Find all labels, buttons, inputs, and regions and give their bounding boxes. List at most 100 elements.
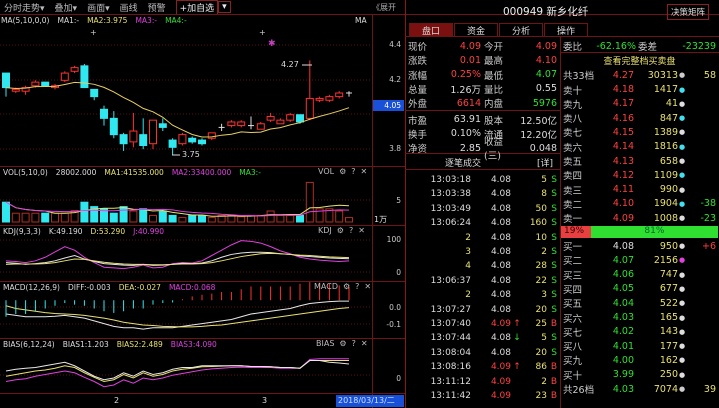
level-label: 买七: [563, 327, 583, 339]
orderbook-row[interactable]: 买六 4.03 165 ●: [560, 311, 719, 325]
volume-bar: [335, 210, 344, 223]
gear-icon[interactable]: ⚙: [337, 226, 344, 235]
trade-side: S: [551, 247, 557, 258]
quote-row: 总量 1.26万 量比 0.55: [405, 82, 560, 96]
orderbook-row[interactable]: 卖九 4.17 41 ●: [560, 97, 719, 111]
tab-order[interactable]: 盘口: [409, 23, 453, 37]
trade-price: 4.08: [490, 304, 511, 315]
orderbook-row[interactable]: 卖四 4.12 1109 ●: [560, 168, 719, 183]
trades-title: 逐笔成交: [445, 159, 482, 169]
close-icon[interactable]: ✕: [364, 282, 371, 291]
trade-time: 2: [465, 232, 471, 243]
trade-price: 4.08: [490, 175, 511, 186]
orderbook-row[interactable]: 卖五 4.13 658 ●: [560, 154, 719, 169]
full-book-link[interactable]: 查看完整档买卖盘: [560, 54, 719, 67]
orderbook-row[interactable]: 卖二 4.10 1904 ● -38: [560, 197, 719, 211]
level-volume: 1417: [653, 84, 678, 96]
orderbook-row[interactable]: 卖一 4.09 1008 ● -23: [560, 211, 719, 226]
trade-time: 13:07:27: [430, 304, 471, 315]
level-price: 4.01: [612, 340, 634, 352]
volume-bar: [2, 201, 10, 223]
gear-icon[interactable]: ⚙: [343, 282, 350, 291]
level-change: -23: [700, 212, 716, 224]
tab-operate[interactable]: 操作: [544, 23, 588, 37]
orderbook-row[interactable]: 卖七 4.15 1389 ●: [560, 125, 719, 140]
level-volume: 658: [659, 155, 678, 167]
expand-button[interactable]: 《展开: [372, 2, 397, 13]
dot-icon: ●: [678, 85, 686, 94]
macd-dif-line: [5, 300, 349, 330]
volume-bar: [139, 208, 148, 223]
help-icon[interactable]: ?: [349, 226, 353, 235]
level-label: 买二: [563, 256, 583, 268]
orderbook-row[interactable]: 买十 3.99 250 ●: [560, 368, 719, 382]
trade-side: S: [551, 304, 557, 315]
orderbook-row[interactable]: 卖八 4.16 847 ●: [560, 111, 719, 126]
kdj-tools: KDJ ⚙? ✕: [318, 226, 365, 235]
orderbook-row[interactable]: 共26档 4.03 7074 ● 39: [560, 382, 719, 397]
orderbook-row[interactable]: 卖六 4.14 1816 ●: [560, 140, 719, 154]
level-label: 卖五: [563, 157, 583, 169]
candle-up: [276, 119, 285, 125]
kdj-legend: KDJ(9,3,3) K:49.190 D:53.290 J:40.990: [3, 227, 164, 236]
trade-time: 4: [465, 261, 471, 272]
vol-params: VOL(5,10,0): [3, 168, 48, 177]
trades-detail-button[interactable]: [详]: [537, 156, 553, 169]
help-icon[interactable]: ?: [351, 167, 355, 176]
trade-volume: 86: [535, 362, 547, 373]
close-icon[interactable]: ✕: [358, 226, 365, 235]
orderbook-row[interactable]: 买五 4.04 522 ●: [560, 296, 719, 311]
candle-up: [149, 119, 157, 145]
trade-row: 13:07:40 4.09 ↑ 25 B: [405, 317, 560, 331]
axis-label: 0: [396, 268, 401, 277]
orderbook-row[interactable]: 买二 4.07 2156 ●: [560, 253, 719, 268]
trade-volume: 8: [541, 189, 547, 200]
tab-analysis[interactable]: 分析: [499, 23, 543, 37]
level-price: 4.03: [612, 312, 634, 324]
trade-row: 13:07:44 4.08 ↓ 5 S: [405, 331, 560, 345]
orderbook-row[interactable]: 买一 4.08 950 ● +6: [560, 239, 719, 254]
level-label: 买九: [563, 356, 583, 368]
orderbook-row[interactable]: 卖十 4.18 1417 ●: [560, 83, 719, 97]
ma4-value: MA4:-: [165, 16, 187, 25]
macd-tag: MACD: [314, 282, 338, 291]
quote-value: 12.50亿: [520, 115, 557, 127]
trade-price: 4.08: [490, 261, 511, 272]
dot-icon: ●: [678, 99, 686, 108]
ma-line: [5, 81, 350, 138]
axis-label: 0.0: [389, 303, 401, 312]
candle-down: [2, 72, 10, 89]
orderbook-row[interactable]: 卖三 4.11 990 ●: [560, 183, 719, 197]
help-icon[interactable]: ?: [355, 282, 359, 291]
help-icon[interactable]: ?: [352, 339, 356, 348]
orderbook-row[interactable]: 共33档 4.27 30313 ● 58: [560, 68, 719, 83]
volume-bar: [21, 212, 30, 223]
volume-bar: [305, 181, 314, 223]
quote-value: 2.85: [459, 142, 481, 154]
gear-icon[interactable]: ⚙: [339, 167, 346, 176]
close-icon[interactable]: ✕: [361, 339, 368, 348]
orderbook-row[interactable]: 买八 4.01 177 ●: [560, 339, 719, 354]
quote-row: 涨跌 0.01 最高 4.10: [405, 53, 560, 68]
vol-unit: 1万: [374, 215, 388, 224]
quote-label: 净资: [408, 144, 428, 156]
dot-icon: ●: [678, 299, 686, 308]
trade-row: 13:06:24 4.08 160 S: [405, 216, 560, 230]
bias-tools: BIAS ⚙? ✕: [316, 339, 368, 348]
candle-down: [168, 139, 177, 148]
tab-funds[interactable]: 资金: [454, 23, 498, 37]
candle-up: [237, 121, 246, 127]
candle-up: [60, 72, 69, 81]
gear-icon[interactable]: ⚙: [339, 339, 346, 348]
level-price: 4.16: [612, 112, 634, 124]
orderbook-row[interactable]: 买七 4.02 143 ●: [560, 325, 719, 339]
decision-matrix-button[interactable]: 决策矩阵: [667, 4, 710, 20]
close-icon[interactable]: ✕: [361, 167, 368, 176]
level-price: 4.14: [612, 141, 634, 153]
orderbook-row[interactable]: 买三 4.06 747 ●: [560, 268, 719, 282]
wb-value: -62.16%: [596, 40, 636, 52]
level-volume: 165: [659, 312, 678, 324]
orderbook-row[interactable]: 买四 4.05 677 ●: [560, 282, 719, 296]
orderbook-row[interactable]: 买九 4.00 162 ●: [560, 353, 719, 368]
dot-icon: ●: [678, 270, 686, 279]
